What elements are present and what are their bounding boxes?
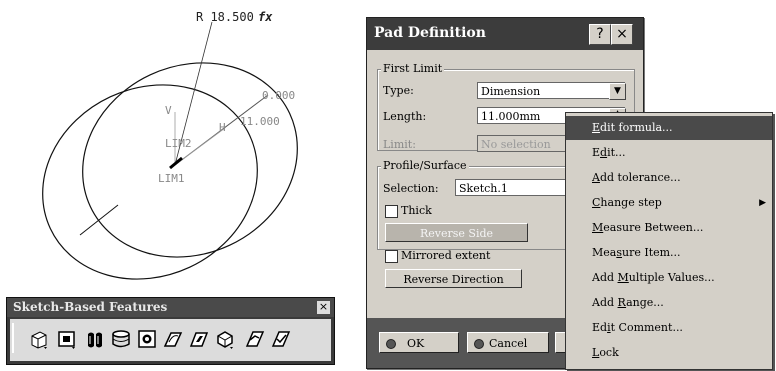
- selection-label: Selection:: [383, 182, 439, 195]
- toolbar-body: [10, 319, 331, 361]
- menu-item-text: hange step: [600, 196, 662, 209]
- menu-item-text: Ed: [592, 321, 608, 334]
- slot-icon[interactable]: [188, 328, 210, 350]
- menu-item-text: dd tolerance...: [599, 171, 681, 184]
- limit-value: No selection: [481, 138, 551, 151]
- menu-item-accelerator: E: [592, 121, 601, 134]
- menu-item-change-step[interactable]: Change step ▶: [566, 191, 772, 215]
- length-label: Length:: [383, 110, 427, 123]
- menu-item-edit-comment[interactable]: Edit Comment...: [566, 316, 772, 340]
- thick-checkbox[interactable]: [385, 205, 398, 218]
- origin-marker: [169, 156, 183, 170]
- menu-item-text: ange...: [626, 296, 664, 309]
- cancel-icon: [474, 339, 484, 349]
- type-value: Dimension: [481, 85, 541, 98]
- reverse-side-button: Reverse Side: [385, 223, 528, 242]
- v-axis-label: V: [165, 104, 172, 117]
- menu-item-text: Add: [592, 271, 618, 284]
- ok-icon: [386, 339, 396, 349]
- menu-item-text: ock: [599, 346, 619, 359]
- type-label: Type:: [383, 84, 414, 97]
- menu-item-text: E: [592, 146, 601, 159]
- menu-item-edit-formula[interactable]: Edit formula...: [566, 116, 772, 140]
- lim1-label[interactable]: LIM1: [158, 172, 185, 185]
- ok-label: OK: [407, 337, 425, 350]
- length-value: 11.000mm: [481, 110, 541, 123]
- reverse-direction-button[interactable]: Reverse Direction: [385, 269, 522, 288]
- menu-item-lock[interactable]: Lock: [566, 341, 772, 365]
- menu-item-accelerator: R: [617, 296, 627, 309]
- menu-item-text: Add: [592, 296, 618, 309]
- pad-bottom-profile: [42, 84, 258, 280]
- cancel-label: Cancel: [489, 337, 528, 350]
- offset-dimension[interactable]: 0.000: [262, 89, 295, 102]
- chevron-down-icon[interactable]: ▼: [609, 83, 626, 100]
- menu-item-accelerator: A: [592, 171, 600, 184]
- first-limit-label: First Limit: [381, 62, 445, 75]
- pad-silhouette-line: [79, 204, 119, 236]
- menu-item-text: Mea: [592, 246, 617, 259]
- dialog-titlebar[interactable]: Pad Definition ? ×: [367, 18, 643, 50]
- close-button[interactable]: ×: [611, 24, 633, 45]
- selection-value: Sketch.1: [459, 182, 508, 195]
- radius-label: R 18.500: [196, 10, 254, 24]
- h-axis-label: H: [219, 121, 226, 134]
- thick-label: Thick: [401, 204, 432, 217]
- menu-item-text: it...: [607, 146, 626, 159]
- mirrored-extent-checkbox[interactable]: [385, 250, 398, 263]
- menu-item-edit[interactable]: Edit...: [566, 141, 772, 165]
- menu-item-text: dit formula...: [600, 121, 673, 134]
- groove-icon[interactable]: [110, 328, 132, 350]
- rib-icon[interactable]: [162, 328, 184, 350]
- shaft-icon[interactable]: [84, 328, 106, 350]
- length-dimension[interactable]: 11.000: [240, 115, 280, 128]
- formula-icon: fx: [258, 10, 273, 24]
- remove-loft-icon[interactable]: [270, 328, 292, 350]
- cancel-button[interactable]: Cancel: [467, 332, 549, 353]
- menu-item-measure-item[interactable]: Measure Item...: [566, 241, 772, 265]
- pocket-icon[interactable]: [56, 328, 78, 350]
- toolbar-grip[interactable]: [12, 323, 14, 353]
- sketch-based-features-toolbar: Sketch-Based Features ×: [6, 297, 335, 365]
- 3d-viewport[interactable]: R 18.500 fx 11.000 0.000 V H LIM2 LIM1: [0, 0, 360, 280]
- menu-item-text: ultiple Values...: [628, 271, 715, 284]
- menu-item-add-multiple-values[interactable]: Add Multiple Values...: [566, 266, 772, 290]
- menu-item-text: easure Between...: [603, 221, 704, 234]
- profile-surface-label: Profile/Surface: [381, 159, 469, 172]
- pad-preview-geometry[interactable]: R 18.500 fx 11.000 0.000 V H LIM2 LIM1: [0, 0, 360, 280]
- help-button[interactable]: ?: [589, 24, 611, 45]
- pad-icon[interactable]: [28, 328, 50, 350]
- menu-item-measure-between[interactable]: Measure Between...: [566, 216, 772, 240]
- limit-label: Limit:: [383, 138, 416, 151]
- menu-item-add-tolerance[interactable]: Add tolerance...: [566, 166, 772, 190]
- stiffener-icon[interactable]: [214, 328, 236, 350]
- menu-item-text: ure Item...: [622, 246, 681, 259]
- dimension-context-menu: Edit formula... Edit... Add tolerance... Ch…: [565, 112, 773, 370]
- ok-button[interactable]: OK: [379, 332, 459, 353]
- dialog-title: Pad Definition: [374, 25, 486, 41]
- toolbar-close-button[interactable]: ×: [317, 301, 330, 314]
- menu-item-accelerator: M: [592, 221, 604, 234]
- lim2-label[interactable]: LIM2: [165, 137, 192, 150]
- hole-icon[interactable]: [136, 328, 158, 350]
- mirrored-extent-label: Mirrored extent: [401, 249, 491, 262]
- toolbar-title: Sketch-Based Features: [7, 298, 334, 317]
- type-dropdown[interactable]: Dimension: [477, 82, 625, 99]
- loft-icon[interactable]: [244, 328, 266, 350]
- submenu-arrow-icon: ▶: [759, 198, 766, 208]
- menu-item-add-range[interactable]: Add Range...: [566, 291, 772, 315]
- menu-item-text: t Comment...: [610, 321, 683, 334]
- menu-item-accelerator: M: [617, 271, 629, 284]
